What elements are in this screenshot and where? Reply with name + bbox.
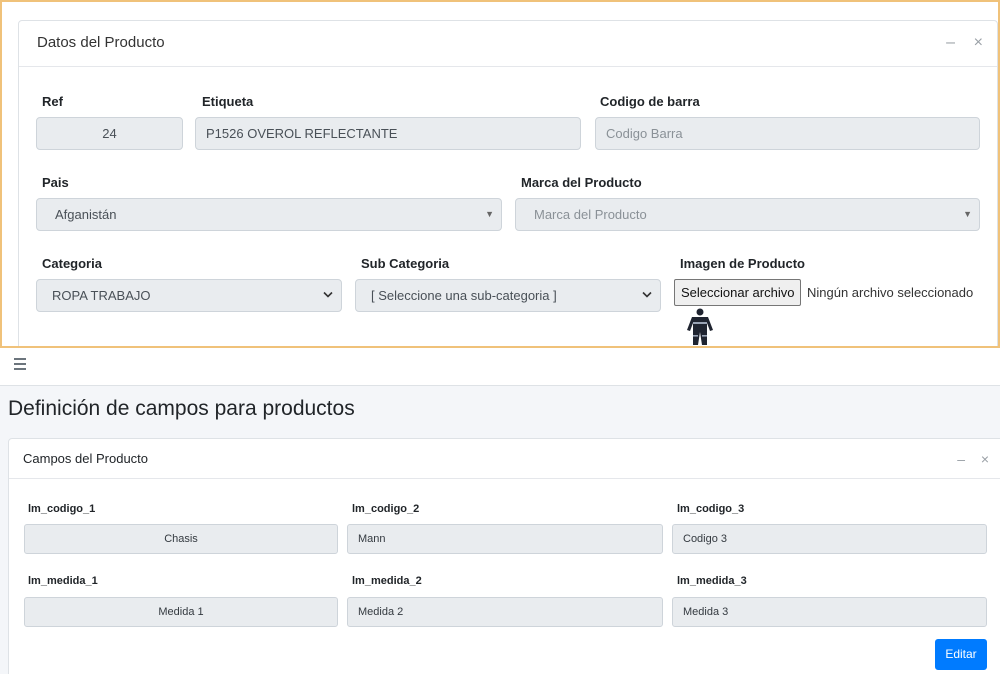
categoria-value: ROPA TRABAJO (52, 288, 151, 303)
field-label: lm_codigo_1 (28, 503, 96, 515)
field-input[interactable]: Medida 1 (24, 597, 338, 627)
field-input[interactable]: Medida 3 (672, 597, 987, 627)
ref-field[interactable]: 24 (36, 117, 183, 150)
field-label: lm_codigo_2 (352, 503, 420, 515)
file-status: Ningún archivo seleccionado (807, 285, 974, 300)
close-icon[interactable]: × (981, 451, 989, 467)
field-input[interactable]: Chasis (24, 524, 338, 554)
field-input[interactable]: Codigo 3 (672, 524, 987, 554)
subcategoria-value: [ Seleccione una sub-categoria ] (371, 288, 557, 303)
field-label: lm_medida_1 (28, 575, 98, 587)
product-data-frame: Datos del Producto – × Ref 24 Etiqueta P… (0, 0, 1000, 348)
choose-file-button[interactable]: Seleccionar archivo (674, 279, 802, 306)
ref-label: Ref (42, 94, 63, 109)
barcode-field[interactable]: Codigo Barra (595, 117, 980, 150)
barcode-label: Codigo de barra (600, 94, 700, 109)
page-title: Definición de campos para productos (8, 397, 355, 420)
field-label: lm_medida_3 (677, 575, 747, 587)
subcategoria-select[interactable]: [ Seleccione una sub-categoria ] (355, 279, 661, 312)
categoria-label: Categoria (42, 256, 102, 271)
marca-select[interactable]: Marca del Producto ▼ (515, 198, 980, 231)
caret-down-icon: ▼ (485, 209, 494, 219)
product-fields-card: Campos del Producto – × (8, 438, 1000, 674)
etiqueta-field[interactable]: P1526 OVEROL REFLECTANTE (195, 117, 581, 150)
card-title: Campos del Producto (23, 451, 149, 466)
edit-button[interactable]: Editar (935, 639, 987, 670)
card-header: Datos del Producto – × (19, 21, 997, 67)
pais-value: Afganistán (55, 207, 117, 222)
coverall-image (687, 308, 713, 345)
pais-label: Pais (42, 175, 69, 190)
card-title: Datos del Producto (37, 34, 165, 51)
field-label: lm_codigo_3 (677, 503, 745, 515)
hamburger-icon[interactable] (14, 358, 26, 373)
chevron-down-icon (323, 280, 333, 299)
field-label: lm_medida_2 (352, 575, 422, 587)
pais-select[interactable]: Afganistán ▼ (36, 198, 502, 231)
etiqueta-label: Etiqueta (202, 94, 254, 109)
minus-icon[interactable]: – (946, 35, 955, 51)
caret-down-icon: ▼ (963, 209, 972, 219)
marca-placeholder: Marca del Producto (534, 207, 647, 222)
chevron-down-icon (642, 280, 652, 299)
imagen-label: Imagen de Producto (680, 256, 805, 271)
top-navbar (0, 348, 1000, 386)
close-icon[interactable]: × (974, 35, 983, 51)
minus-icon[interactable]: – (957, 451, 965, 467)
field-input[interactable]: Mann (347, 524, 663, 554)
field-input[interactable]: Medida 2 (347, 597, 663, 627)
subcategoria-label: Sub Categoria (361, 256, 450, 271)
marca-label: Marca del Producto (521, 175, 642, 190)
categoria-select[interactable]: ROPA TRABAJO (36, 279, 342, 312)
card-header: Campos del Producto – × (9, 439, 1000, 479)
